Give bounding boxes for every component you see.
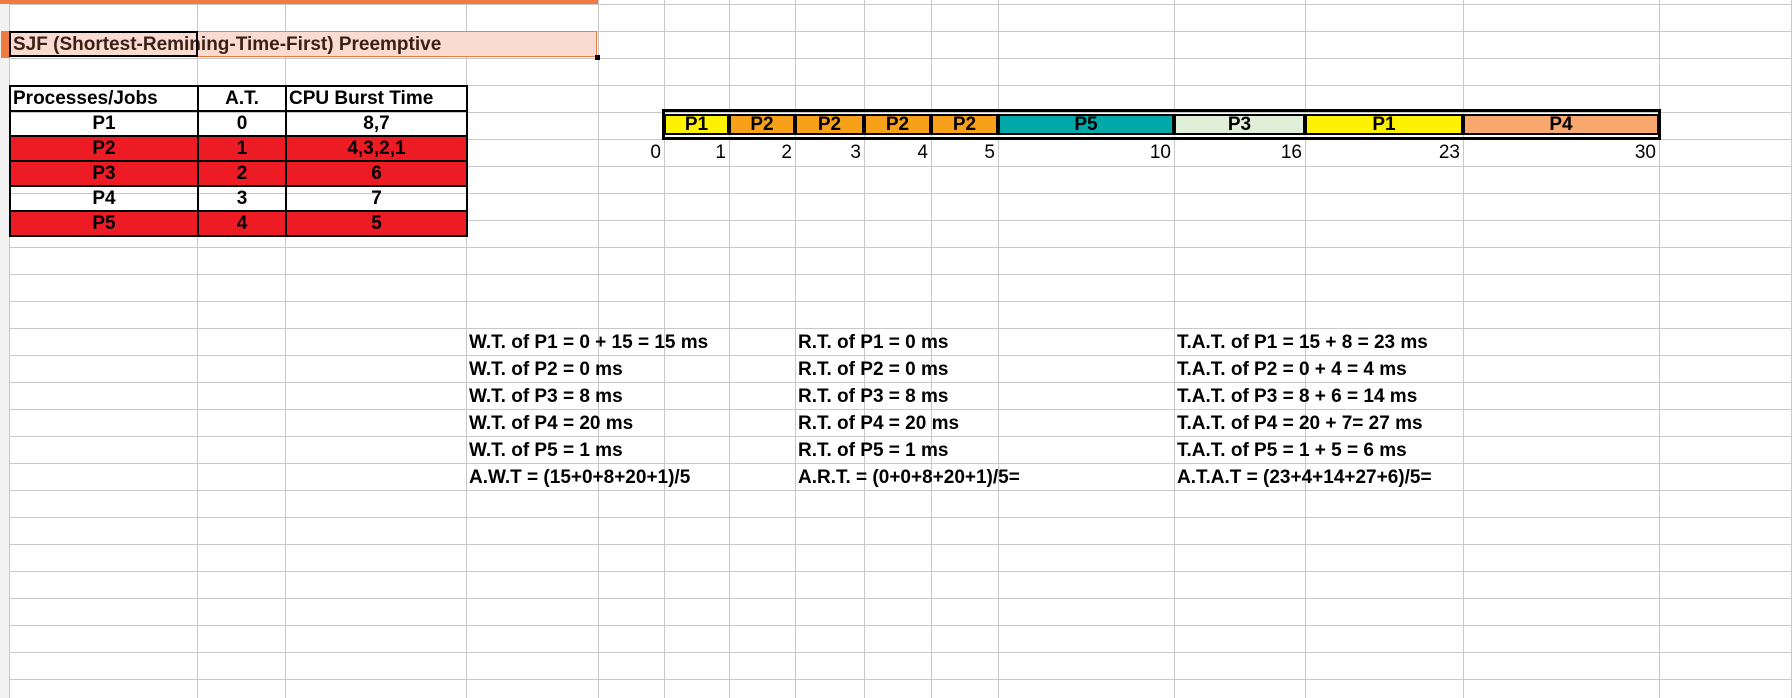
gantt-segment-p5[interactable]: P5 [998, 114, 1174, 135]
row-gridline [9, 517, 1792, 518]
table-row: P3 2 6 [9, 160, 468, 187]
cell-arrival[interactable]: 2 [197, 160, 287, 187]
cell-process[interactable]: P5 [9, 210, 199, 237]
time-tick[interactable]: 1 [664, 140, 729, 166]
cell-burst[interactable]: 4,3,2,1 [285, 135, 468, 162]
cell-arrival[interactable]: 4 [197, 210, 287, 237]
time-tick[interactable]: 23 [1305, 140, 1463, 166]
header-burst-time[interactable]: CPU Burst Time [285, 85, 468, 112]
table-row: P1 0 8,7 [9, 110, 468, 137]
turnaround-time-line[interactable]: T.A.T. of P3 = 8 + 6 = 14 ms [1174, 383, 1417, 410]
cell-burst[interactable]: 8,7 [285, 110, 468, 137]
turnaround-time-line[interactable]: T.A.T. of P5 = 1 + 5 = 6 ms [1174, 437, 1407, 464]
waiting-time-line[interactable]: W.T. of P5 = 1 ms [466, 437, 623, 464]
cell-arrival[interactable]: 1 [197, 135, 287, 162]
turnaround-time-line[interactable]: T.A.T. of P1 = 15 + 8 = 23 ms [1174, 329, 1428, 356]
table-row: P5 4 5 [9, 210, 468, 237]
column-gridline [729, 0, 730, 698]
row-gridline [9, 274, 1792, 275]
cell-process[interactable]: P1 [9, 110, 199, 137]
row-gridline [9, 544, 1792, 545]
process-table: Processes/Jobs A.T. CPU Burst Time P1 0 8,… [9, 85, 468, 237]
row-gridline [9, 679, 1792, 680]
gantt-chart: P1 P2 P2 P2 P2 P5 P3 P1 P4 [662, 109, 1661, 140]
waiting-time-line[interactable]: W.T. of P4 = 20 ms [466, 410, 633, 437]
response-time-line[interactable]: R.T. of P5 = 1 ms [795, 437, 948, 464]
gantt-segment-p3[interactable]: P3 [1174, 114, 1305, 135]
column-header-highlight [0, 0, 598, 4]
cell-burst[interactable]: 6 [285, 160, 468, 187]
time-tick[interactable]: 0 [598, 140, 664, 166]
response-time-line[interactable]: R.T. of P4 = 20 ms [795, 410, 959, 437]
cell-process[interactable]: P3 [9, 160, 199, 187]
cell-process[interactable]: P4 [9, 185, 199, 212]
response-time-line[interactable]: R.T. of P2 = 0 ms [795, 356, 948, 383]
turnaround-time-line[interactable]: T.A.T. of P4 = 20 + 7= 27 ms [1174, 410, 1423, 437]
time-tick[interactable]: 2 [729, 140, 795, 166]
row-gridline [9, 598, 1792, 599]
cell-burst[interactable]: 5 [285, 210, 468, 237]
cell-burst[interactable]: 7 [285, 185, 468, 212]
gantt-segment-p2[interactable]: P2 [729, 114, 795, 135]
column-gridline [1463, 0, 1464, 698]
header-processes[interactable]: Processes/Jobs [9, 85, 199, 112]
time-tick[interactable]: 16 [1174, 140, 1305, 166]
turnaround-time-line[interactable]: T.A.T. of P2 = 0 + 4 = 4 ms [1174, 356, 1407, 383]
cell-arrival[interactable]: 0 [197, 110, 287, 137]
title-cell[interactable]: SJF (Shortest-Remining-Time-First) Preem… [1, 31, 600, 60]
row-gridline [9, 625, 1792, 626]
time-tick[interactable]: 30 [1463, 140, 1659, 166]
header-arrival-time[interactable]: A.T. [197, 85, 287, 112]
waiting-time-line[interactable]: W.T. of P2 = 0 ms [466, 356, 623, 383]
gantt-segment-p4[interactable]: P4 [1463, 114, 1659, 135]
response-time-line[interactable]: A.R.T. = (0+0+8+20+1)/5= [795, 464, 1020, 491]
fill-handle[interactable] [595, 55, 600, 60]
time-tick[interactable]: 3 [795, 140, 864, 166]
table-row: P2 1 4,3,2,1 [9, 135, 468, 162]
time-tick[interactable]: 10 [998, 140, 1174, 166]
row-gridline [9, 652, 1792, 653]
time-tick[interactable]: 4 [864, 140, 931, 166]
row-gridline [9, 571, 1792, 572]
cell-cursor [9, 31, 198, 57]
table-row: P4 3 7 [9, 185, 468, 212]
gantt-segment-p2[interactable]: P2 [931, 114, 998, 135]
row-gridline [9, 247, 1792, 248]
time-tick[interactable]: 5 [931, 140, 998, 166]
waiting-time-line[interactable]: W.T. of P1 = 0 + 15 = 15 ms [466, 329, 708, 356]
turnaround-time-line[interactable]: A.T.A.T = (23+4+14+27+6)/5= [1174, 464, 1432, 491]
row-gridline [9, 301, 1792, 302]
table-header-row: Processes/Jobs A.T. CPU Burst Time [9, 85, 468, 112]
cell-arrival[interactable]: 3 [197, 185, 287, 212]
response-time-line[interactable]: R.T. of P1 = 0 ms [795, 329, 948, 356]
column-gridline [1659, 0, 1660, 698]
waiting-time-line[interactable]: W.T. of P3 = 8 ms [466, 383, 623, 410]
response-time-line[interactable]: R.T. of P3 = 8 ms [795, 383, 948, 410]
gantt-segment-p1[interactable]: P1 [1305, 114, 1463, 135]
cell-process[interactable]: P2 [9, 135, 199, 162]
row-gridline [9, 4, 1792, 5]
row-gridline [9, 58, 1792, 59]
waiting-time-line[interactable]: A.W.T = (15+0+8+20+1)/5 [466, 464, 690, 491]
gantt-segment-p1[interactable]: P1 [664, 114, 729, 135]
gantt-segment-p2[interactable]: P2 [795, 114, 864, 135]
gantt-segment-p2[interactable]: P2 [864, 114, 931, 135]
column-gridline [998, 0, 999, 698]
